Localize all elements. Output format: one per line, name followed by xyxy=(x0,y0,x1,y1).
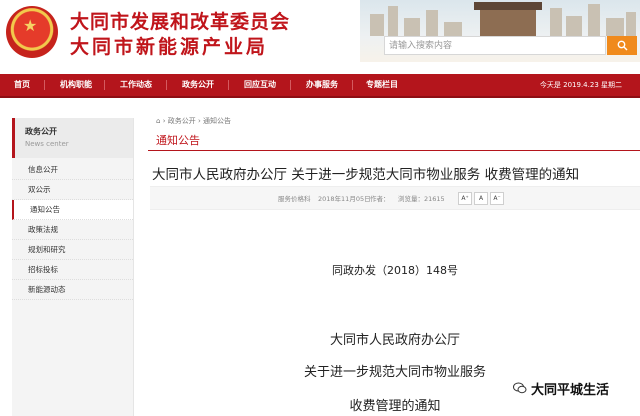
sidebar: 政务公开 News center 信息公开 双公示 通知公告 政策法规 规划和研… xyxy=(12,118,134,416)
sidebar-item-info-disclosure[interactable]: 信息公开 xyxy=(12,160,133,180)
body-line-1: 大同市人民政府办公厅 xyxy=(329,333,460,348)
section-title: 通知公告 xyxy=(156,134,200,147)
org-name-secondary: 大同市新能源产业局 xyxy=(70,36,269,58)
wechat-watermark: 大同平城生活 xyxy=(513,378,609,398)
sidebar-heading-en: News center xyxy=(25,140,69,148)
watermark-text: 大同平城生活 xyxy=(531,382,610,398)
sidebar-item-new-energy[interactable]: 新能源动态 xyxy=(12,280,133,300)
search-icon xyxy=(617,40,627,51)
nav-work-news[interactable]: 工作动态 xyxy=(120,74,152,96)
search-button[interactable] xyxy=(607,36,637,55)
nav-interaction[interactable]: 回应互动 xyxy=(244,74,276,96)
national-emblem-icon xyxy=(6,6,58,58)
section-divider xyxy=(148,150,640,151)
nav-gov-affairs[interactable]: 政务公开 xyxy=(182,74,214,96)
home-icon[interactable]: ⌂ xyxy=(156,117,160,125)
nav-topics[interactable]: 专题栏目 xyxy=(366,74,398,96)
article-meta-bar: 服务价格科 2018年11月05日 作者： 浏览量：21615 A⁺ A A⁻ xyxy=(150,186,640,210)
sidebar-item-double-publicity[interactable]: 双公示 xyxy=(12,180,133,200)
main-nav: 首页 机构职能 工作动态 政务公开 回应互动 办事服务 专题栏目 今天是 201… xyxy=(0,74,640,98)
nav-home[interactable]: 首页 xyxy=(14,74,30,96)
wechat-icon xyxy=(513,382,527,394)
sidebar-item-bidding[interactable]: 招标投标 xyxy=(12,260,133,280)
sidebar-item-notices[interactable]: 通知公告 xyxy=(12,200,133,220)
org-name-primary: 大同市发展和改革委员会 xyxy=(70,11,291,33)
sidebar-heading-label: 政务公开 xyxy=(25,127,57,136)
sidebar-item-policies[interactable]: 政策法规 xyxy=(12,220,133,240)
breadcrumb: ⌂ › 政务公开 › 通知公告 xyxy=(156,117,231,125)
article-title: 大同市人民政府办公厅 关于进一步规范大同市物业服务 收费管理的通知 xyxy=(152,167,580,183)
site-header: 大同市发展和改革委员会 大同市新能源产业局 请输入搜索内容 xyxy=(0,0,640,70)
sidebar-item-planning[interactable]: 规划和研究 xyxy=(12,240,133,260)
search-input[interactable]: 请输入搜索内容 xyxy=(384,36,606,55)
font-increase-button[interactable]: A⁺ xyxy=(458,192,472,205)
article-views: 浏览量：21615 xyxy=(398,195,445,203)
doc-number: 同政办发（2018）148号 xyxy=(332,264,458,277)
current-date: 今天是 2019.4.23 星期二 xyxy=(539,81,622,89)
article-author: 作者： xyxy=(370,195,390,203)
sidebar-heading: 政务公开 News center xyxy=(12,118,133,158)
article-source: 服务价格科 xyxy=(278,195,311,203)
article-date: 2018年11月05日 xyxy=(318,195,371,203)
breadcrumb-notices[interactable]: 通知公告 xyxy=(203,117,231,125)
nav-services[interactable]: 办事服务 xyxy=(306,74,338,96)
font-normal-button[interactable]: A xyxy=(474,192,488,205)
breadcrumb-gov-affairs[interactable]: 政务公开 xyxy=(168,117,196,125)
font-decrease-button[interactable]: A⁻ xyxy=(490,192,504,205)
nav-functions[interactable]: 机构职能 xyxy=(60,74,92,96)
